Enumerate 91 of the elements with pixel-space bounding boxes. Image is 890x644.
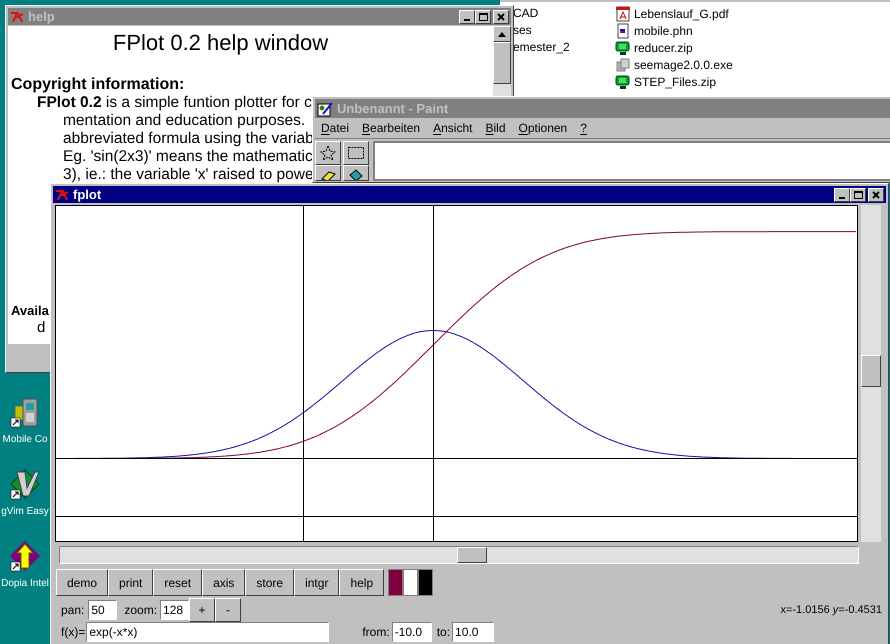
minimize-button[interactable] — [459, 10, 475, 24]
diamond-icon — [9, 468, 41, 500]
file-name: CAD — [513, 5, 540, 22]
toolbar-button[interactable]: store — [245, 569, 294, 596]
toolbar-button[interactable]: help — [339, 569, 384, 596]
file-name: ses — [513, 22, 533, 39]
toolbar-button[interactable]: reset — [153, 569, 202, 596]
function-field[interactable]: exp(-x*x) — [86, 622, 330, 642]
logo-icon — [10, 10, 24, 22]
scrollbar[interactable] — [861, 205, 881, 542]
rectangle-select-icon — [348, 147, 364, 159]
free-select-icon — [320, 145, 336, 161]
field-label: f(x)= — [61, 624, 86, 641]
help-text-line: d — [37, 320, 46, 336]
desktop-icon-label[interactable]: Mobile Co — [0, 432, 50, 447]
zoom-button[interactable]: - — [215, 598, 242, 622]
from-field[interactable]: -10.0 — [392, 622, 432, 642]
file-name: Lebenslauf_G.pdf — [634, 6, 729, 22]
field-label: pan: — [61, 602, 84, 619]
close-button[interactable] — [493, 10, 509, 24]
paint-icon — [317, 100, 333, 116]
menu-item[interactable]: Bearbeiten — [362, 119, 420, 137]
computer-icon — [615, 74, 631, 90]
window-stack-icon — [615, 56, 631, 72]
field-label: to: — [436, 624, 450, 641]
window-title: Unbenannt - Paint — [337, 100, 448, 118]
minimize-icon — [464, 18, 470, 20]
zoom-field[interactable]: 128 — [160, 600, 190, 620]
section-heading: Availa — [11, 302, 49, 320]
pan-field[interactable]: 50 — [88, 600, 118, 620]
help-text-line: abbreviated formula using the variab — [63, 130, 314, 148]
eraser-icon — [320, 169, 336, 180]
scrollbar[interactable] — [59, 546, 859, 564]
minimize-icon — [839, 196, 845, 198]
toolbar-button[interactable]: print — [108, 569, 154, 596]
menu-item[interactable]: Datei — [321, 119, 350, 137]
menu-item[interactable]: Optionen — [518, 119, 568, 137]
zoom-button[interactable]: + — [189, 598, 216, 622]
scroll-thumb[interactable] — [493, 42, 511, 84]
tool-button[interactable] — [343, 141, 369, 165]
section-heading: Copyright information: — [10, 75, 186, 94]
color-swatch[interactable] — [388, 569, 404, 596]
menu-item[interactable]: ? — [580, 119, 587, 137]
toolbar-button[interactable]: intgr — [294, 569, 340, 596]
arrow-icon — [9, 540, 41, 572]
help-text-line: FPlot 0.2 is a simple funtion plotter for c — [37, 94, 312, 112]
file-name: emester_2 — [513, 39, 571, 56]
file-name: seemage2.0.0.exe — [634, 56, 733, 74]
logo-icon — [55, 188, 69, 200]
document-icon — [615, 22, 631, 38]
maximize-icon — [478, 12, 488, 20]
window-title: help — [28, 8, 55, 26]
up-arrow-icon — [498, 32, 506, 36]
close-button[interactable] — [868, 188, 884, 202]
help-heading: FPlot 0.2 help window — [112, 29, 330, 57]
coordinate-readout: x=-1.0156 y=-0.4531 — [780, 602, 882, 618]
minimize-button[interactable] — [834, 188, 850, 202]
scroll-thumb[interactable] — [861, 355, 881, 387]
file-name: reducer.zip — [634, 40, 693, 56]
tool-button[interactable] — [315, 141, 341, 165]
menu-item[interactable]: Ansicht — [433, 119, 472, 137]
tool-button[interactable] — [343, 165, 369, 181]
menu-item[interactable]: Bild — [485, 119, 506, 137]
file-name: STEP_Files.zip — [634, 74, 716, 90]
desktop-icon-label[interactable]: Dopia Intel — [0, 576, 50, 591]
scroll-thumb[interactable] — [457, 547, 487, 563]
help-text-line: Eg. 'sin(2x3)' means the mathematic — [63, 148, 313, 166]
color-swatch[interactable] — [418, 569, 434, 596]
desktop-icon-label[interactable]: gVim Easy — [0, 504, 50, 519]
color-swatch[interactable] — [403, 569, 418, 596]
window-title: fplot — [73, 186, 102, 204]
file-name: mobile.phn — [634, 22, 693, 40]
close-icon — [497, 12, 505, 20]
close-icon — [872, 190, 880, 198]
paint-canvas[interactable] — [373, 141, 890, 181]
pdf-icon — [615, 6, 631, 22]
help-text-line: mentation and education purposes. — [63, 112, 306, 130]
maximize-button[interactable] — [475, 10, 491, 24]
help-text-line: 3), ie.: the variable 'x' raised to powe — [63, 166, 314, 184]
scroll-up-button[interactable] — [493, 26, 511, 42]
to-field[interactable]: 10.0 — [452, 622, 494, 642]
maximize-icon — [854, 190, 862, 198]
toolbar-button[interactable]: demo — [56, 569, 108, 596]
maximize-button[interactable] — [850, 188, 866, 202]
computer-icon — [615, 40, 631, 56]
toolbar-button[interactable]: axis — [202, 569, 246, 596]
scrollbar[interactable] — [493, 26, 511, 96]
tool-button[interactable] — [315, 165, 341, 181]
field-label: from: — [362, 624, 390, 641]
paint-bucket-icon — [349, 169, 363, 180]
field-label: zoom: — [124, 602, 158, 619]
